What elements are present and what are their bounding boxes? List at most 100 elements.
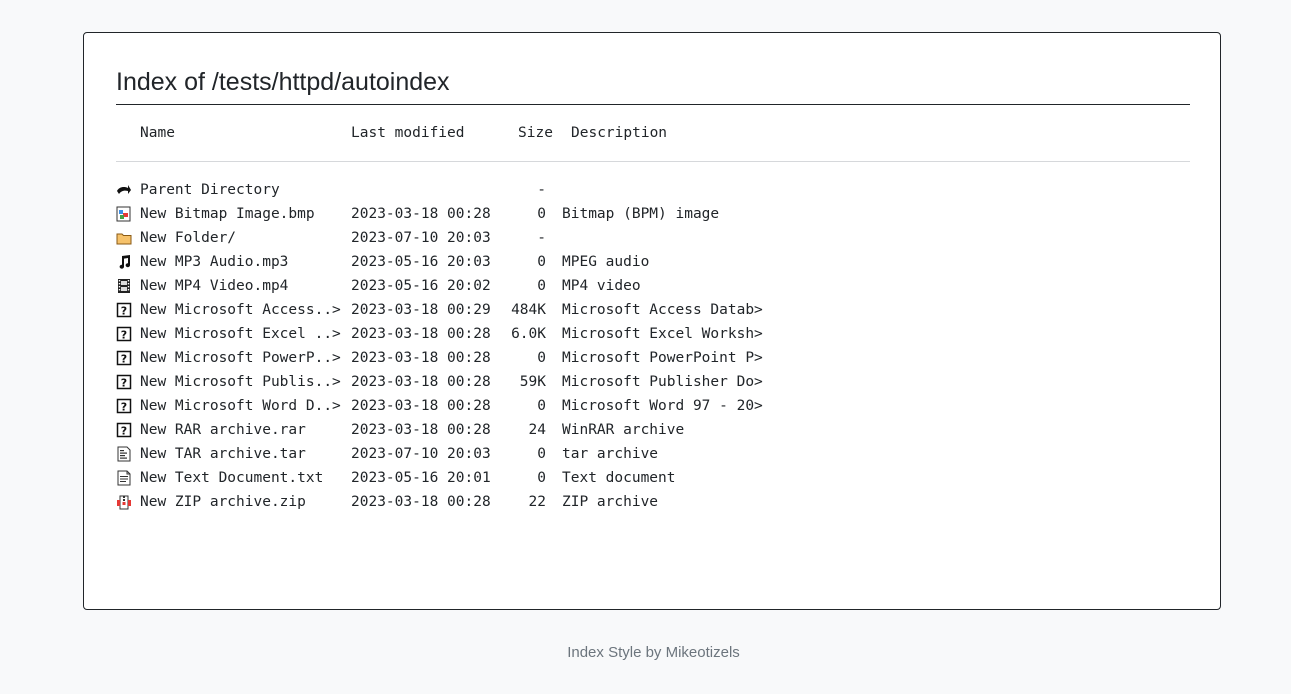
file-modified: 2023-05-16 20:01 [351,470,491,486]
file-modified: 2023-03-18 00:28 [351,326,491,342]
file-link[interactable]: New RAR archive.rar [140,418,306,442]
file-link[interactable]: New Text Document.txt [140,466,323,490]
file-size: - [537,230,546,246]
file-modified: 2023-03-18 00:28 [351,494,491,510]
file-row: ? New Microsoft Access..> 2023-03-18 00:… [116,298,1190,322]
file-description: tar archive [562,446,659,462]
file-description: MP4 video [562,278,641,294]
file-row: New MP4 Video.mp4 2023-05-16 20:02 0 MP4… [116,274,1190,298]
file-row: New Bitmap Image.bmp 2023-03-18 00:28 0 … [116,202,1190,226]
svg-text:?: ? [121,353,127,366]
file-link[interactable]: New Microsoft Publis..> [140,370,341,394]
sort-by-size-link[interactable]: Size [518,125,553,141]
file-description: Microsoft PowerPoint P> [562,350,763,366]
file-link[interactable]: New Microsoft Excel ..> [140,322,341,346]
svg-text:?: ? [121,401,127,414]
svg-text:?: ? [121,377,127,390]
file-row: New MP3 Audio.mp3 2023-05-16 20:03 0 MPE… [116,250,1190,274]
index-card: Index of /tests/httpd/autoindex Name Las… [83,32,1221,610]
file-row: New TAR archive.tar 2023-07-10 20:03 0 t… [116,442,1190,466]
file-link[interactable]: New MP4 Video.mp4 [140,274,288,298]
file-description: Microsoft Publisher Do> [562,374,763,390]
unknown-icon: ? [116,302,132,318]
file-row: ? New Microsoft Excel ..> 2023-03-18 00:… [116,322,1190,346]
file-modified: 2023-05-16 20:02 [351,278,491,294]
tar-icon [116,446,132,462]
file-link[interactable]: New MP3 Audio.mp3 [140,250,288,274]
file-link[interactable]: Parent Directory [140,178,280,202]
file-row: ? New RAR archive.rar 2023-03-18 00:28 2… [116,418,1190,442]
column-header-description[interactable]: Description [571,121,667,145]
file-size: 0 [537,446,546,462]
file-modified: 2023-03-18 00:28 [351,422,491,438]
file-size: 59K [519,374,546,390]
svg-text:?: ? [121,329,127,342]
unknown-icon: ? [116,326,132,342]
file-row: New Folder/ 2023-07-10 20:03 - [116,226,1190,250]
file-size: 0 [537,206,546,222]
file-row: ? New Microsoft Publis..> 2023-03-18 00:… [116,370,1190,394]
file-link[interactable]: New TAR archive.tar [140,442,306,466]
file-row: ? New Microsoft PowerP..> 2023-03-18 00:… [116,346,1190,370]
column-header-name[interactable]: Name [140,121,175,145]
file-size: 0 [537,398,546,414]
file-link[interactable]: New ZIP archive.zip [140,490,306,514]
file-modified: 2023-07-10 20:03 [351,446,491,462]
file-link[interactable]: New Microsoft Word D..> [140,394,341,418]
file-description: Microsoft Excel Worksh> [562,326,763,342]
file-description: WinRAR archive [562,422,685,438]
unknown-icon: ? [116,422,132,438]
image-icon [116,206,132,222]
sort-by-name-link[interactable]: Name [140,125,175,141]
file-size: 484K [511,302,546,318]
unknown-icon: ? [116,350,132,366]
file-link[interactable]: New Bitmap Image.bmp [140,202,315,226]
file-row: ? New Microsoft Word D..> 2023-03-18 00:… [116,394,1190,418]
file-description: ZIP archive [562,494,659,510]
back-icon [116,182,132,198]
file-size: 0 [537,278,546,294]
file-description: Microsoft Access Datab> [562,302,763,318]
file-link[interactable]: New Microsoft Access..> [140,298,341,322]
file-description: Bitmap (BPM) image [562,206,720,222]
footer-credit: Index Style by Mikeotizels [567,644,740,661]
sort-by-description-link[interactable]: Description [571,125,667,141]
file-modified: 2023-05-16 20:03 [351,254,491,270]
file-row: New ZIP archive.zip 2023-03-18 00:28 22 … [116,490,1190,514]
movie-icon [116,278,132,294]
text-icon [116,470,132,486]
file-link[interactable]: New Microsoft PowerP..> [140,346,341,370]
compressed-icon [116,494,132,510]
file-row-parent: Parent Directory - [116,178,1190,202]
file-description: MPEG audio [562,254,650,270]
folder-icon [116,230,132,246]
file-modified: 2023-07-10 20:03 [351,230,491,246]
file-row: New Text Document.txt 2023-05-16 20:01 0… [116,466,1190,490]
file-size: 0 [537,254,546,270]
file-size: 24 [528,422,546,438]
file-modified: 2023-03-18 00:28 [351,206,491,222]
file-size: 22 [528,494,546,510]
file-description: Text document [562,470,676,486]
file-modified: 2023-03-18 00:28 [351,350,491,366]
file-size: 0 [537,470,546,486]
file-size: 0 [537,350,546,366]
file-modified: 2023-03-18 00:28 [351,374,491,390]
sort-by-modified-link[interactable]: Last modified [351,125,465,141]
column-header-size[interactable]: Size [518,121,553,145]
unknown-icon: ? [116,398,132,414]
file-size: 6.0K [511,326,546,342]
header-divider [116,161,1190,162]
page-title: Index of /tests/httpd/autoindex [116,68,450,96]
file-list: Parent Directory - New Bitmap Image.bmp … [116,178,1190,514]
file-size: - [537,182,546,198]
title-divider [116,104,1190,105]
file-description: Microsoft Word 97 - 20> [562,398,763,414]
file-modified: 2023-03-18 00:28 [351,398,491,414]
sound-icon [116,254,132,270]
svg-text:?: ? [121,425,127,438]
column-header-last-modified[interactable]: Last modified [351,121,465,145]
file-modified: 2023-03-18 00:29 [351,302,491,318]
unknown-icon: ? [116,374,132,390]
file-link[interactable]: New Folder/ [140,226,236,250]
